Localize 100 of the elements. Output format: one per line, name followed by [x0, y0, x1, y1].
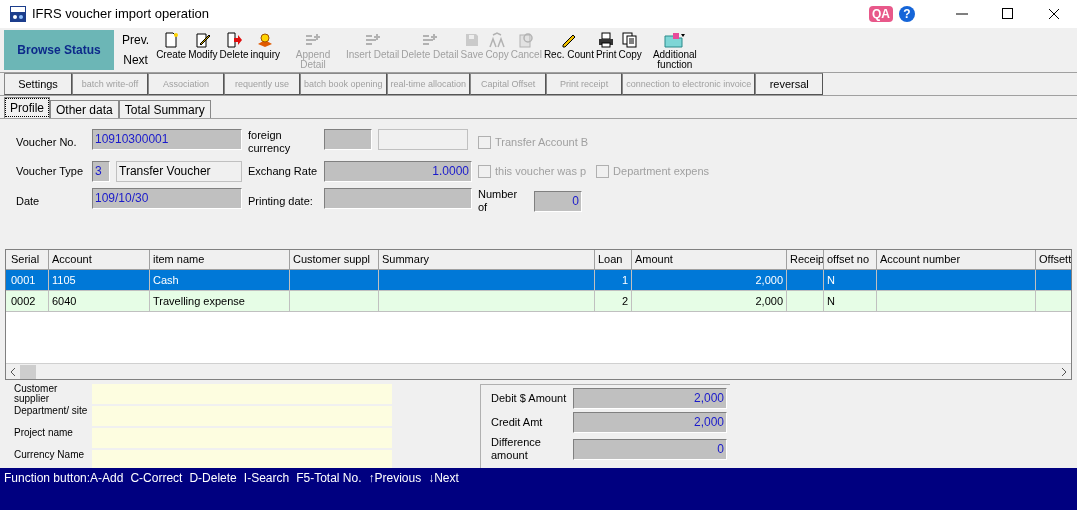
column-header[interactable]: Loan: [595, 250, 632, 269]
checkbox[interactable]: [478, 135, 491, 149]
table-cell: 0002: [8, 291, 49, 311]
toolbar-button[interactable]: Print: [594, 30, 618, 70]
pencil-icon: [560, 32, 577, 48]
input-field[interactable]: Transfer Voucher: [116, 161, 242, 182]
table-cell: N: [824, 291, 877, 311]
horizontal-scrollbar[interactable]: [6, 363, 1071, 379]
checkbox[interactable]: [478, 165, 491, 178]
rows-plus-icon: [421, 32, 438, 48]
window-title: IFRS voucher import operation: [32, 5, 210, 24]
table-cell: 0001: [8, 270, 49, 290]
column-header[interactable]: item name: [150, 250, 290, 269]
field-label: Voucher No.: [16, 135, 78, 149]
field-label: Date: [16, 194, 41, 208]
column-header[interactable]: Offsett: [1036, 250, 1071, 269]
column-header[interactable]: Summary: [379, 250, 595, 269]
column-header[interactable]: Customer suppl: [290, 250, 379, 269]
checkbox-label: this voucher was p: [495, 164, 587, 180]
close-icon: [1048, 8, 1060, 20]
field-label: Number of: [478, 188, 519, 214]
column-header[interactable]: Amount: [632, 250, 787, 269]
table-cell: 2,000: [632, 270, 787, 290]
tab[interactable]: Total Summary: [118, 100, 211, 118]
checkbox-label: Department expens: [613, 164, 710, 180]
function-button[interactable]: reversal: [755, 73, 824, 95]
tab[interactable]: Other data: [50, 100, 119, 118]
page-icon: [163, 32, 180, 48]
field-label: foreign currency: [248, 129, 292, 155]
input-field[interactable]: [324, 129, 372, 150]
input-field[interactable]: 109/10/30: [92, 188, 242, 209]
field-label: Exchang Rate: [248, 165, 318, 178]
toolbar-button[interactable]: Modify: [187, 30, 219, 70]
table-cell: 2,000: [632, 291, 787, 311]
column-header[interactable]: Receip: [787, 250, 824, 269]
status-text: D-Delete: [189, 470, 237, 486]
rows-plus-icon: [364, 32, 381, 48]
rows-plus-icon: [304, 32, 321, 48]
table-cell: N: [824, 270, 877, 290]
tab[interactable]: Profile: [4, 97, 50, 118]
page-arrow-icon: [226, 32, 243, 48]
input-field[interactable]: [92, 450, 392, 470]
page-circle-icon: [518, 32, 535, 48]
status-text: ↑Previous: [368, 470, 422, 486]
toolbar-button[interactable]: Additional function: [642, 30, 707, 70]
page-pencil-icon: [194, 32, 211, 48]
column-header[interactable]: Serial: [8, 250, 49, 269]
status-text: ↓Next: [428, 470, 459, 486]
input-field[interactable]: 1.0000: [324, 161, 472, 182]
table-cell: Travelling expense: [150, 291, 290, 311]
field-label: Voucher Type: [16, 165, 85, 178]
input-field[interactable]: 0: [534, 190, 582, 212]
scroll-thumb[interactable]: [20, 364, 36, 379]
column-header[interactable]: Account: [49, 250, 150, 269]
field-label: Project name: [14, 428, 74, 440]
status-text: F5-Total No.: [296, 470, 362, 486]
input-field[interactable]: 2,000: [573, 388, 727, 409]
input-field[interactable]: 2,000: [573, 412, 727, 433]
table-cell: Cash: [150, 270, 290, 290]
maximize-icon: [1002, 8, 1014, 20]
toolbar-button[interactable]: Copy: [617, 30, 643, 70]
folder-icon: [663, 32, 686, 48]
toolbar-button[interactable]: Rec. Count: [542, 30, 595, 70]
table-row[interactable]: 0002 6040 Travelling expense 2 2,000 N: [6, 291, 1071, 312]
toolbar-button[interactable]: Delete: [218, 30, 250, 70]
field-label: Printing date:: [248, 194, 314, 208]
field-label: Customer supplier: [14, 384, 59, 404]
function-button[interactable]: Settings: [4, 73, 72, 95]
status-text: I-Search: [243, 470, 290, 486]
checkbox-label: Transfer Account B: [495, 134, 589, 150]
letters-icon: [489, 32, 506, 48]
field-label: Currency Name: [14, 450, 86, 462]
table-cell: 1: [595, 270, 632, 290]
status-text: C-Correct: [130, 470, 183, 486]
pages-icon: [622, 32, 639, 48]
status-text: Function button:A-Add: [4, 470, 124, 486]
input-field[interactable]: [324, 188, 472, 209]
field-label: Credit Amt: [491, 416, 544, 429]
field-label: Difference amount: [491, 436, 542, 462]
printer-icon: [598, 32, 615, 48]
table-row[interactable]: 0001 1105 Cash 1 2,000 N: [6, 270, 1071, 291]
app-logo-icon: [10, 6, 26, 22]
input-field[interactable]: [378, 129, 468, 150]
toolbar-button[interactable]: Create: [155, 30, 188, 70]
checkbox[interactable]: [596, 165, 610, 178]
column-header[interactable]: Account number: [877, 250, 1036, 269]
table-cell: 1105: [49, 270, 150, 290]
field-label: Department/ site: [14, 406, 89, 418]
nav-button[interactable]: Next: [122, 53, 150, 67]
input-field[interactable]: 10910300001: [92, 129, 242, 150]
nav-button[interactable]: Prev.: [122, 33, 150, 47]
help-icon[interactable]: ?: [899, 6, 915, 22]
input-field[interactable]: 3: [92, 161, 110, 182]
column-header[interactable]: offset no: [824, 250, 877, 269]
table-cell: 2: [595, 291, 632, 311]
toolbar-button[interactable]: inquiry: [249, 30, 281, 70]
field-label: Debit $ Amount: [491, 392, 568, 405]
mode-label: Browse Status: [4, 30, 114, 70]
input-field[interactable]: 0: [573, 438, 727, 460]
table-cell: 6040: [49, 291, 150, 311]
